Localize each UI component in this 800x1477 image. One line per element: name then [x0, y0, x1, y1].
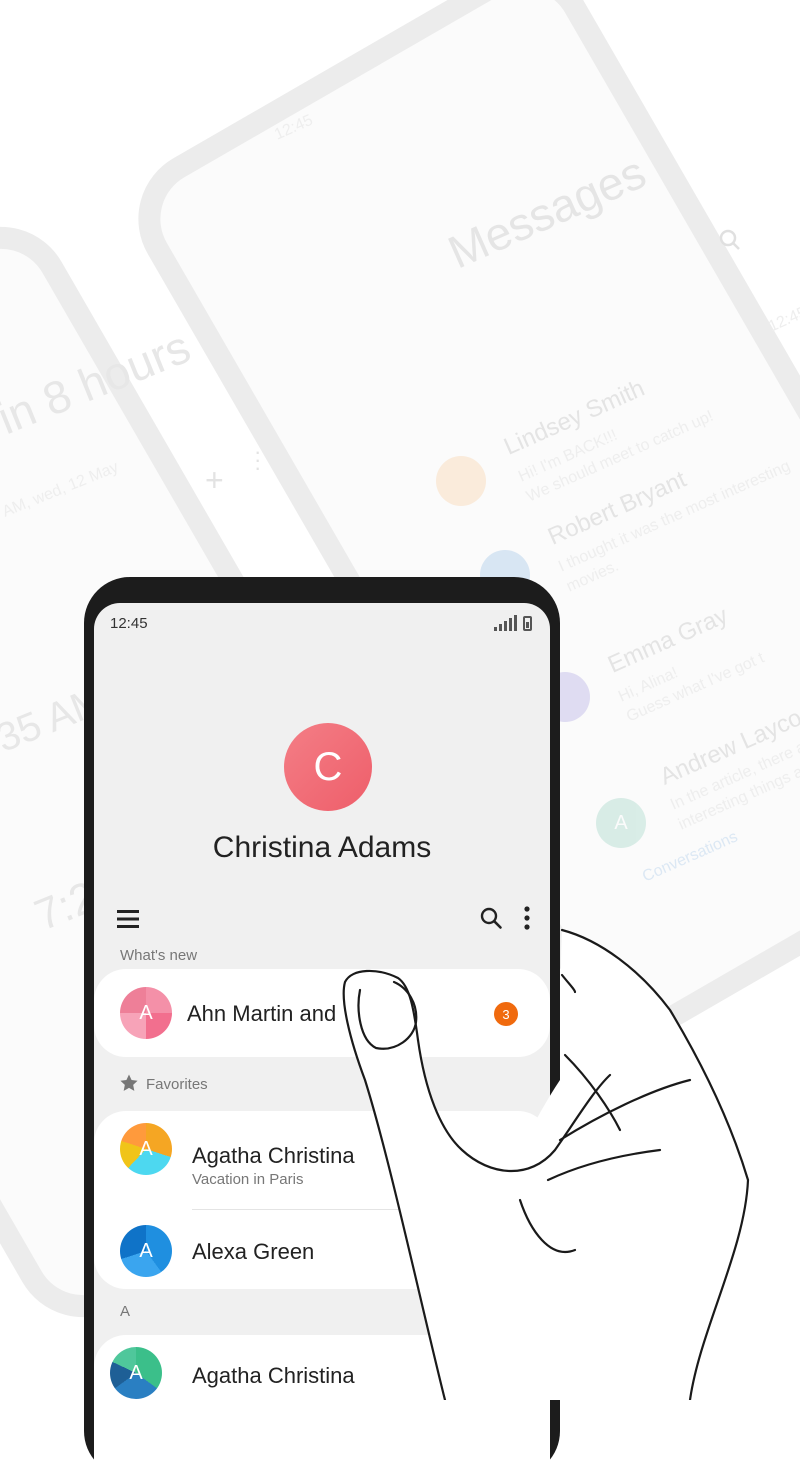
avatar: A	[120, 1225, 172, 1277]
contacts-screen: 12:45 C Christina Adams What's new A Ahn…	[94, 603, 550, 1477]
list-item[interactable]: A Alexa Green	[94, 1211, 550, 1289]
bg-messages-timestamp: 12:45	[766, 303, 800, 336]
avatar: A	[120, 1123, 172, 1175]
status-icons	[494, 615, 532, 631]
search-icon[interactable]	[476, 903, 506, 933]
profile-name: Christina Adams	[212, 831, 432, 864]
list-item[interactable]: A Agatha Christina	[94, 1335, 550, 1415]
contact-name: Alexa Green	[192, 1239, 315, 1264]
index-letter: A	[120, 1303, 131, 1320]
contact-name: Ahn Martin and	[187, 1001, 337, 1026]
bg-add-icon: +	[205, 462, 224, 498]
contact-name: Agatha Christina	[192, 1363, 355, 1388]
status-time: 12:45	[110, 615, 148, 632]
star-icon	[119, 1073, 139, 1098]
bg-search-icon	[718, 228, 742, 257]
unread-badge: 3	[494, 1002, 518, 1026]
whats-new-label: What's new	[120, 947, 198, 964]
phone-frame: 12:45 C Christina Adams What's new A Ahn…	[84, 577, 560, 1477]
signal-icon	[494, 615, 517, 631]
contact-name: Agatha Christina	[192, 1143, 355, 1168]
bg-avatar: A	[596, 798, 646, 848]
whats-new-card[interactable]: A Ahn Martin and 3	[94, 969, 550, 1057]
menu-icon[interactable]	[114, 907, 142, 931]
list-item[interactable]: A Agatha Christina Vacation in Paris	[94, 1111, 550, 1207]
divider	[192, 1209, 532, 1210]
battery-icon	[523, 616, 532, 631]
profile-avatar[interactable]: C	[284, 723, 372, 811]
favorites-label: Favorites	[146, 1076, 208, 1093]
more-vertical-icon[interactable]	[516, 903, 538, 933]
index-card: A Agatha Christina	[94, 1335, 550, 1477]
favorites-card: A Agatha Christina Vacation in Paris A A…	[94, 1111, 550, 1289]
avatar: A	[110, 1347, 162, 1399]
bg-more-icon: · · ·	[254, 439, 262, 480]
contact-status: Vacation in Paris	[192, 1171, 304, 1188]
bg-avatar	[436, 456, 486, 506]
avatar: A	[120, 987, 172, 1039]
